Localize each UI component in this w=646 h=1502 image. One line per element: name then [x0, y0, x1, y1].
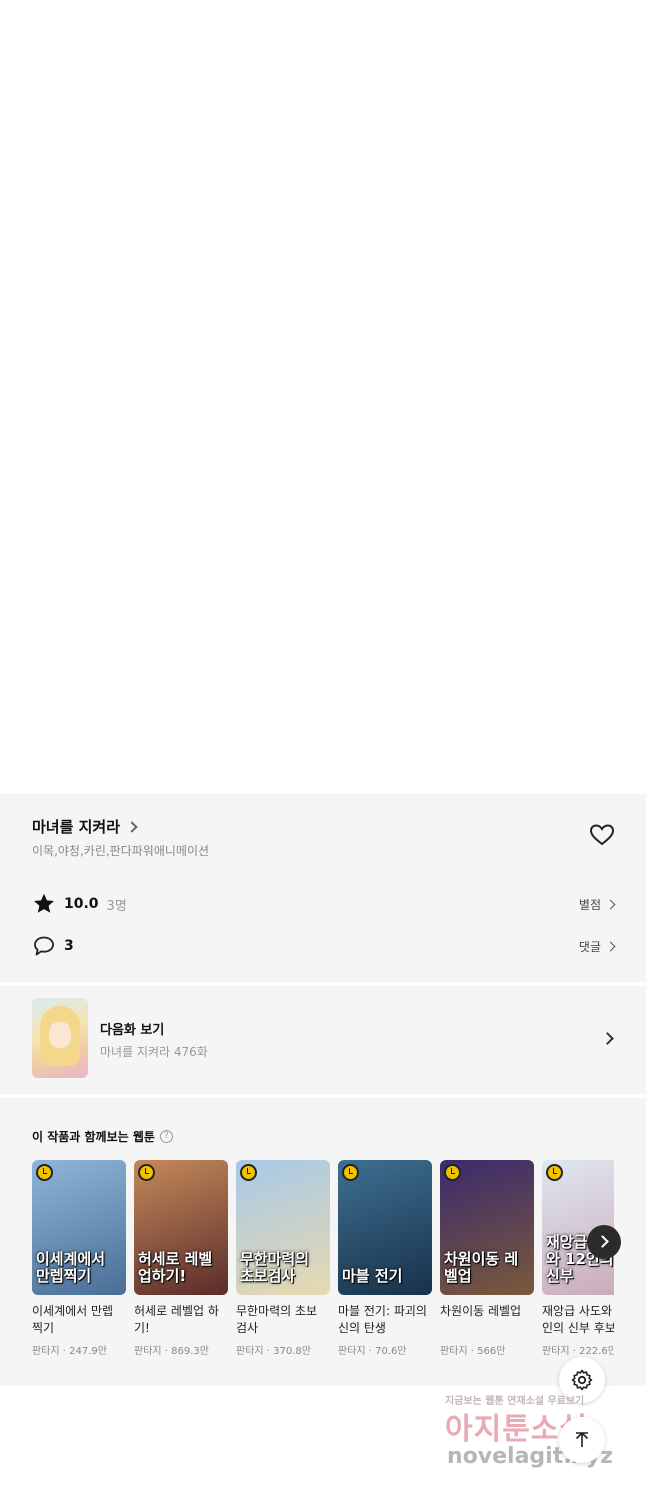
viewer-blank-area	[0, 0, 646, 794]
recommendation-cover: 마블 전기	[338, 1160, 432, 1295]
carousel-next-button[interactable]	[587, 1225, 621, 1259]
comment-row: 3 댓글	[32, 933, 616, 959]
help-icon[interactable]: ?	[159, 1130, 173, 1143]
rating-link-label: 별점	[578, 897, 601, 912]
wait-free-clock-icon	[138, 1164, 155, 1181]
recommendation-title: 무한마력의 초보 검사	[236, 1304, 318, 1335]
chevron-right-icon	[605, 899, 616, 909]
recommendation-meta: 판타지 · 70.6만	[338, 1346, 407, 1357]
recommendation-cover: 허세로 레벨업하기!	[134, 1160, 228, 1295]
wait-free-clock-icon	[240, 1164, 257, 1181]
recommendation-title: 차원이동 레벨업	[440, 1304, 522, 1318]
recommendation-title: 허세로 레벨업 하기!	[134, 1304, 219, 1335]
arrow-up-icon	[575, 1431, 589, 1447]
chevron-right-icon	[601, 1032, 614, 1045]
recommendation-card[interactable]: 이세계에서 만렙찍기이세계에서 만렙 찍기판타지 · 247.9만	[32, 1160, 126, 1357]
rating-row: 10.0 3명 별점	[32, 891, 616, 917]
gear-icon	[571, 1369, 593, 1391]
chevron-right-icon	[126, 820, 138, 833]
recommendation-meta: 판타지 · 370.8만	[236, 1346, 311, 1357]
recommendation-heading: 이 작품과 함께보는 웹툰	[32, 1130, 155, 1144]
next-episode-subtitle: 마녀를 지켜라 476화	[100, 1045, 208, 1059]
chevron-right-icon	[596, 1235, 609, 1248]
recommendation-carousel: 이세계에서 만렙찍기 이세계에서 만렙 찍기 판타지 · 247.9만 허세로 레벨업…	[32, 1160, 614, 1370]
series-authors: 이목,야청,카린,판다파워애니메이션	[32, 844, 210, 858]
rating-score: 10.0	[64, 896, 99, 912]
comment-link-label: 댓글	[578, 939, 601, 954]
recommendation-card[interactable]: 차원이동 레벨업 차원이동 레벨업 판타지 · 566만	[440, 1160, 534, 1357]
recommendation-meta: 판타지 · 247.9만	[32, 1346, 107, 1357]
wait-free-clock-icon	[36, 1164, 53, 1181]
next-episode-thumbnail	[32, 998, 88, 1078]
recommendation-cover: 무한마력의 초보검사	[236, 1160, 330, 1295]
chevron-right-icon	[605, 941, 616, 951]
recommendation-cover: 이세계에서 만렙찍기	[32, 1160, 126, 1295]
recommendation-meta: 판타지 · 222.6만	[542, 1346, 614, 1357]
cover-title-art: 차원이동 레벨업	[444, 1250, 519, 1285]
comment-count: 3	[64, 938, 74, 954]
cover-title-art: 마블 전기	[342, 1267, 403, 1285]
series-info-panel: 마녀를 지켜라 이목,야청,카린,판다파워애니메이션 10.0 3명 별점 3	[0, 794, 646, 982]
series-title-link[interactable]: 마녀를 지켜라	[32, 816, 138, 837]
recommendation-card[interactable]: 허세로 레벨업하기! 허세로 레벨업 하기! 판타지 · 869.3만	[134, 1160, 228, 1357]
recommendation-card[interactable]: 마블 전기마블 전기: 파괴의 신의 탄생판타지 · 70.6만	[338, 1160, 432, 1357]
recommendation-title: 이세계에서 만렙 찍기	[32, 1304, 114, 1335]
wait-free-clock-icon	[444, 1164, 461, 1181]
next-episode-row[interactable]: 다음화 보기 마녀를 지켜라 476화	[0, 986, 646, 1094]
comment-link[interactable]: 댓글	[578, 938, 616, 955]
series-title: 마녀를 지켜라	[32, 818, 121, 836]
recommendation-cover: 차원이동 레벨업	[440, 1160, 534, 1295]
scroll-top-button[interactable]	[559, 1417, 605, 1463]
rating-count: 3명	[106, 898, 127, 914]
cover-title-art: 허세로 레벨업하기!	[138, 1250, 213, 1285]
page: 마녀를 지켜라 이목,야청,카린,판다파워애니메이션 10.0 3명 별점 3	[0, 0, 646, 1502]
recommendation-title: 재앙급 사도와 12인의 신부 후보	[542, 1304, 614, 1335]
star-icon	[34, 893, 54, 913]
next-episode-label: 다음화 보기	[100, 1023, 165, 1038]
cover-title-art: 이세계에서 만렙찍기	[36, 1250, 106, 1285]
rating-link[interactable]: 별점	[578, 896, 616, 913]
recommendation-meta: 판타지 · 869.3만	[134, 1346, 209, 1357]
wait-free-clock-icon	[546, 1164, 563, 1181]
recommendation-section: 이 작품과 함께보는 웹툰 ? 이세계에서 만렙찍기이세계에서 만렙 찍기판타지…	[0, 1098, 646, 1386]
comment-bubble-icon	[34, 936, 54, 956]
recommendation-meta: 판타지 · 566만	[440, 1346, 506, 1357]
heart-icon[interactable]	[589, 823, 615, 847]
cover-title-art: 무한마력의 초보검사	[240, 1250, 310, 1285]
recommendation-title: 마블 전기: 파괴의 신의 탄생	[338, 1304, 427, 1335]
recommendation-header: 이 작품과 함께보는 웹툰 ?	[32, 1128, 173, 1145]
recommendation-card[interactable]: 무한마력의 초보검사무한마력의 초보 검사판타지 · 370.8만	[236, 1160, 330, 1357]
wait-free-clock-icon	[342, 1164, 359, 1181]
